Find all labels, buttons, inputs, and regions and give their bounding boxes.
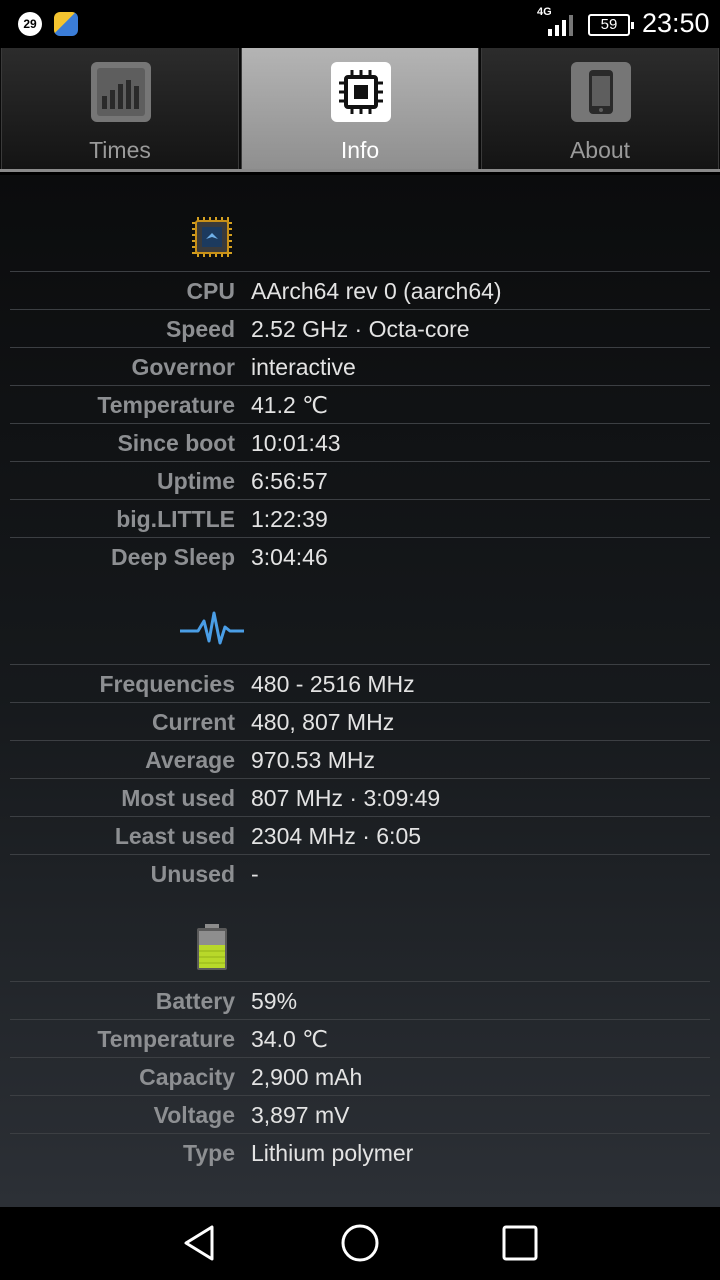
row-label: Temperature (97, 392, 235, 418)
battery-info-row: Battery 59% (10, 981, 710, 1019)
recents-button[interactable] (500, 1223, 540, 1263)
row-value: 1:22:39 (251, 506, 328, 532)
cpu-chip-icon (190, 215, 234, 259)
back-button[interactable] (180, 1223, 220, 1263)
tab-times-label: Times (89, 137, 151, 163)
row-label: Unused (150, 861, 235, 887)
row-value: 2,900 mAh (251, 1064, 363, 1090)
phone-icon (571, 62, 631, 122)
row-value: 3,897 mV (251, 1102, 350, 1128)
tab-info[interactable]: Info (241, 48, 479, 169)
row-value: 41.2 ℃ (251, 392, 328, 418)
row-value: 59% (251, 988, 298, 1014)
cpu-chip-icon (331, 62, 391, 122)
info-panel: CPU AArch64 rev 0 (aarch64) Speed 2.52 GHz … (0, 175, 720, 1207)
row-label: Capacity (139, 1064, 235, 1090)
row-label: Average (145, 747, 235, 773)
tab-bar: Times Info About (0, 48, 720, 172)
frequency-info-row: Unused - (10, 854, 710, 892)
row-label: Frequencies (99, 671, 236, 697)
row-label: Speed (165, 316, 235, 342)
row-label: CPU (186, 278, 235, 304)
cpu-info-row: Uptime 6:56:57 (10, 461, 710, 499)
calendar-icon: 29 (18, 12, 42, 36)
row-value: 6:56:57 (251, 468, 328, 494)
cpu-info-row: Speed 2.52 GHz · Octa-core (10, 309, 710, 347)
tab-about-label: About (569, 137, 631, 163)
home-button[interactable] (340, 1223, 380, 1263)
row-label: Type (183, 1140, 235, 1166)
row-label: Governor (131, 354, 235, 380)
frequency-info-row: Least used 2304 MHz · 6:05 (10, 816, 710, 854)
row-value: 3:04:46 (251, 544, 328, 570)
back-triangle-icon (184, 1225, 214, 1261)
battery-info-row: Temperature 34.0 ℃ (10, 1019, 710, 1057)
frequency-info-row: Average 970.53 MHz (10, 740, 710, 778)
row-label: Uptime (157, 468, 235, 494)
row-value: 2.52 GHz · Octa-core (251, 316, 470, 342)
cpu-info-row: Governor interactive (10, 347, 710, 385)
status-bar: 29 4G 59 23:50 (0, 0, 720, 48)
row-value: 10:01:43 (251, 430, 341, 456)
row-value: AArch64 rev 0 (aarch64) (251, 278, 502, 304)
cpu-info-row: Temperature 41.2 ℃ (10, 385, 710, 423)
row-label: Since boot (117, 430, 235, 456)
row-value: 480 - 2516 MHz (251, 671, 415, 697)
frequency-info-row: Current 480, 807 MHz (10, 702, 710, 740)
cpu-info-row: big.LITTLE 1:22:39 (10, 499, 710, 537)
row-value: 807 MHz · 3:09:49 (251, 785, 441, 811)
cpu-info-row: Deep Sleep 3:04:46 (10, 537, 710, 575)
row-value: 34.0 ℃ (251, 1026, 328, 1052)
tab-times[interactable]: Times (1, 48, 239, 169)
navigation-bar (0, 1207, 720, 1280)
row-label: Battery (155, 988, 235, 1014)
row-value: interactive (251, 354, 356, 380)
tab-info-label: Info (340, 137, 380, 163)
row-label: Temperature (97, 1026, 235, 1052)
row-label: Least used (114, 823, 235, 849)
row-value: Lithium polymer (251, 1140, 414, 1166)
row-label: Deep Sleep (111, 544, 235, 570)
signal-strength-icon (546, 14, 578, 36)
battery-info-row: Voltage 3,897 mV (10, 1095, 710, 1133)
app-notification-icon (54, 12, 78, 36)
battery-info-row: Capacity 2,900 mAh (10, 1057, 710, 1095)
battery-icon (195, 923, 229, 971)
pulse-wave-icon (180, 607, 244, 651)
row-label: Voltage (153, 1102, 235, 1128)
row-label: Most used (121, 785, 235, 811)
row-label: big.LITTLE (116, 506, 235, 532)
row-value: 970.53 MHz (251, 747, 376, 773)
row-label: Current (151, 709, 235, 735)
clock: 23:50 (642, 8, 710, 38)
cpu-info-row: CPU AArch64 rev 0 (aarch64) (10, 271, 710, 309)
frequency-info-row: Frequencies 480 - 2516 MHz (10, 664, 710, 702)
bar-chart-icon (91, 62, 151, 122)
home-circle-icon (341, 1224, 379, 1262)
row-value: 2304 MHz · 6:05 (251, 823, 422, 849)
row-value: 480, 807 MHz (251, 709, 395, 735)
battery-status-icon: 59 (588, 14, 634, 36)
battery-info-row: Type Lithium polymer (10, 1133, 710, 1171)
row-value: - (251, 861, 259, 887)
cpu-info-row: Since boot 10:01:43 (10, 423, 710, 461)
recents-square-icon (502, 1225, 538, 1261)
frequency-info-row: Most used 807 MHz · 3:09:49 (10, 778, 710, 816)
tab-about[interactable]: About (481, 48, 719, 169)
